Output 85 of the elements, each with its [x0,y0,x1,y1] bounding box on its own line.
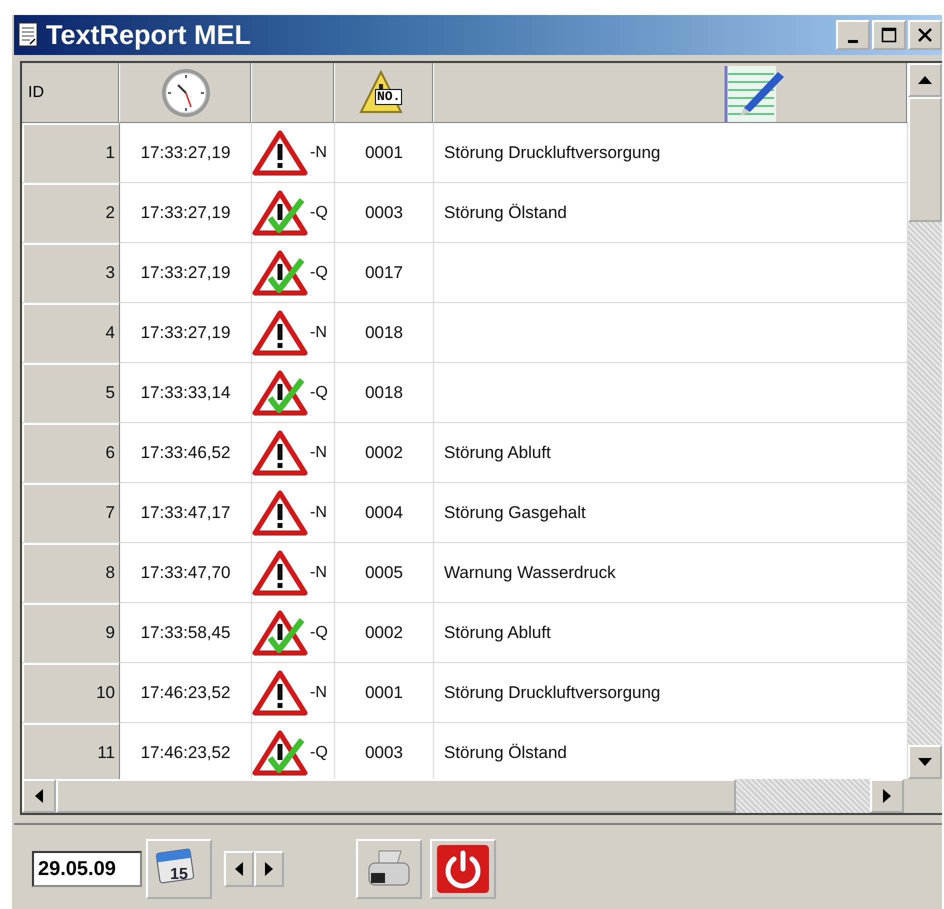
table-cell: Störung Abluft [434,603,908,663]
table-cell: 17:33:47,70 [120,543,252,603]
table-cell: 17:33:58,45 [120,603,252,663]
table-cell: 0018 [335,303,434,363]
document-icon [18,22,40,48]
status-code: -Q [310,384,328,402]
table-cell: 0017 [335,243,434,303]
up-arrow-icon [918,76,932,84]
table-cell: 0001 [335,123,434,183]
column-header[interactable]: ID [22,63,120,123]
table-cell: 17:46:23,52 [120,663,252,723]
left-arrow-icon [235,862,243,876]
table-cell: 0003 [335,183,434,243]
table-cell: 17:33:47,17 [120,483,252,543]
row-header[interactable]: 11 [22,723,120,779]
scroll-up-button[interactable] [908,63,942,97]
right-arrow-icon [883,789,891,803]
close-button[interactable] [908,20,942,50]
table-cell: 0002 [335,603,434,663]
table-cell: Störung Druckluftversorgung [434,123,908,183]
table-cell: 0001 [335,663,434,723]
scroll-down-button[interactable] [908,745,942,779]
left-arrow-icon [35,789,43,803]
minimize-icon [848,40,858,42]
table-cell: 17:33:33,14 [120,363,252,423]
table-cell: 0005 [335,543,434,603]
table-cell: Störung Abluft [434,423,908,483]
table-cell: 17:33:27,19 [120,303,252,363]
row-header[interactable]: 4 [22,303,120,363]
row-header[interactable]: 7 [22,483,120,543]
table-cell: Störung Ölstand [434,183,908,243]
table-cell: 17:33:27,19 [120,123,252,183]
maximize-icon [881,27,897,43]
status-code: -Q [310,624,328,642]
row-header[interactable]: 5 [22,363,120,423]
status-code: -Q [310,744,328,762]
number-badge: NO. [375,89,402,105]
row-header[interactable]: 2 [22,183,120,243]
scroll-right-button[interactable] [870,779,904,813]
status-code: -N [310,564,327,582]
power-button[interactable] [430,839,496,899]
status-code: -Q [310,204,328,222]
right-arrow-icon [265,862,273,876]
calendar-icon [155,848,195,884]
status-code: -Q [310,264,328,282]
status-code: -N [310,504,327,522]
status-code: -N [310,684,327,702]
table-cell: Störung Gasgehalt [434,483,908,543]
column-header[interactable] [120,63,252,123]
power-icon [435,843,491,895]
scrollbar-thumb[interactable] [908,97,942,222]
table-cell: 0004 [335,483,434,543]
table-cell: Warnung Wasserdruck [434,543,908,603]
status-code: -N [310,144,327,162]
scroll-left-button[interactable] [22,779,56,813]
column-header[interactable]: NO. [335,63,434,123]
row-header[interactable]: 8 [22,543,120,603]
status-code: -N [310,324,327,342]
calendar-button[interactable]: 15 [146,839,212,899]
window-title: TextReport MEL [46,20,252,50]
row-header[interactable]: 6 [22,423,120,483]
date-field[interactable]: 29.05.09 [32,851,142,887]
next-button[interactable] [254,851,284,887]
table-cell: 17:33:27,19 [120,183,252,243]
column-header[interactable] [252,63,335,123]
print-button[interactable] [356,839,422,899]
row-header[interactable]: 10 [22,663,120,723]
table-cell: 17:33:27,19 [120,243,252,303]
horizontal-scrollbar[interactable] [22,779,904,813]
table-cell: Störung Druckluftversorgung [434,663,908,723]
close-icon [917,27,933,43]
row-header[interactable]: 1 [22,123,120,183]
previous-button[interactable] [224,851,254,887]
table-cell: 0002 [335,423,434,483]
scrollbar-thumb[interactable] [56,779,736,813]
down-arrow-icon [918,758,932,766]
maximize-button[interactable] [872,20,906,50]
table-cell: 17:33:46,52 [120,423,252,483]
row-header[interactable]: 9 [22,603,120,663]
table-cell: 0018 [335,363,434,423]
column-header[interactable] [434,63,908,123]
vertical-scrollbar[interactable] [908,63,942,779]
row-header[interactable]: 3 [22,243,120,303]
minimize-button[interactable] [836,20,870,50]
status-code: -N [310,444,327,462]
